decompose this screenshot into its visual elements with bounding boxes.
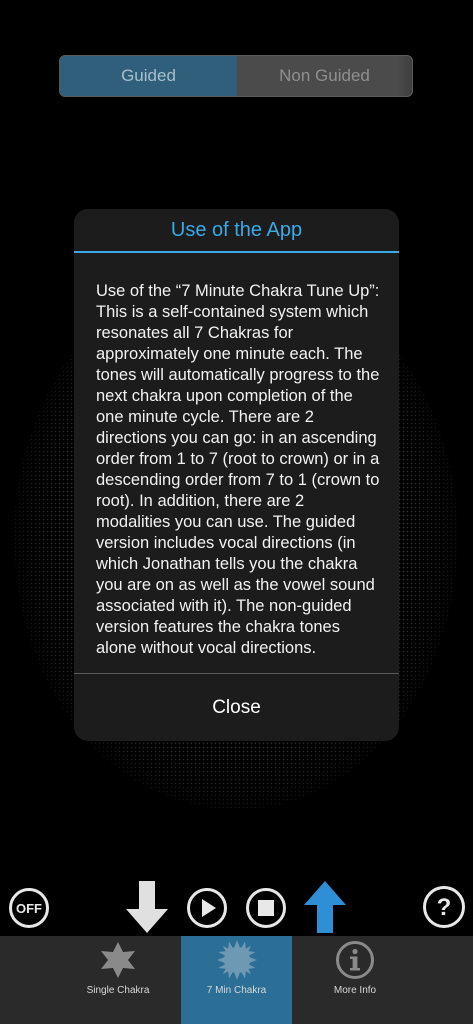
segment-guided[interactable]: Guided bbox=[60, 56, 237, 96]
use-of-app-dialog: Use of the App Use of the “7 Minute Chak… bbox=[74, 209, 399, 741]
stop-button[interactable] bbox=[245, 887, 287, 929]
descending-direction-button[interactable] bbox=[124, 879, 170, 935]
dialog-body-scroll[interactable]: Use of the “7 Minute Chakra Tune Up”: Th… bbox=[96, 281, 381, 669]
playback-controls: OFF ? bbox=[0, 875, 473, 935]
off-icon: OFF bbox=[9, 888, 49, 928]
dialog-body-text: Use of the “7 Minute Chakra Tune Up”: Th… bbox=[96, 282, 380, 657]
info-icon bbox=[336, 941, 374, 979]
up-arrow-icon bbox=[304, 881, 346, 933]
sunburst-icon bbox=[216, 940, 257, 980]
tab-more-info[interactable]: More Info bbox=[302, 936, 408, 1024]
tab-single-chakra[interactable]: Single Chakra bbox=[65, 936, 171, 1024]
tab-bar: Single Chakra 7 Min Chakra More Info bbox=[0, 936, 473, 1024]
tab-label: More Info bbox=[333, 985, 377, 996]
ascending-direction-button[interactable] bbox=[302, 879, 348, 935]
tab-label: Single Chakra bbox=[86, 985, 150, 996]
help-button[interactable]: ? bbox=[422, 885, 466, 929]
dialog-title: Use of the App bbox=[74, 209, 399, 253]
play-icon bbox=[187, 888, 227, 928]
segment-non-guided[interactable]: Non Guided bbox=[237, 56, 412, 96]
off-button[interactable]: OFF bbox=[8, 887, 50, 929]
down-arrow-icon bbox=[126, 881, 168, 933]
svg-text:OFF: OFF bbox=[16, 901, 42, 916]
stop-icon bbox=[246, 888, 286, 928]
tab-7-min-chakra[interactable]: 7 Min Chakra bbox=[181, 936, 292, 1024]
help-icon: ? bbox=[423, 886, 465, 928]
mode-segmented-control: Guided Non Guided bbox=[59, 55, 413, 97]
play-button[interactable] bbox=[186, 887, 228, 929]
svg-text:?: ? bbox=[437, 894, 452, 921]
close-button[interactable]: Close bbox=[74, 674, 399, 741]
tab-label: 7 Min Chakra bbox=[206, 985, 267, 996]
star-icon bbox=[101, 942, 135, 978]
